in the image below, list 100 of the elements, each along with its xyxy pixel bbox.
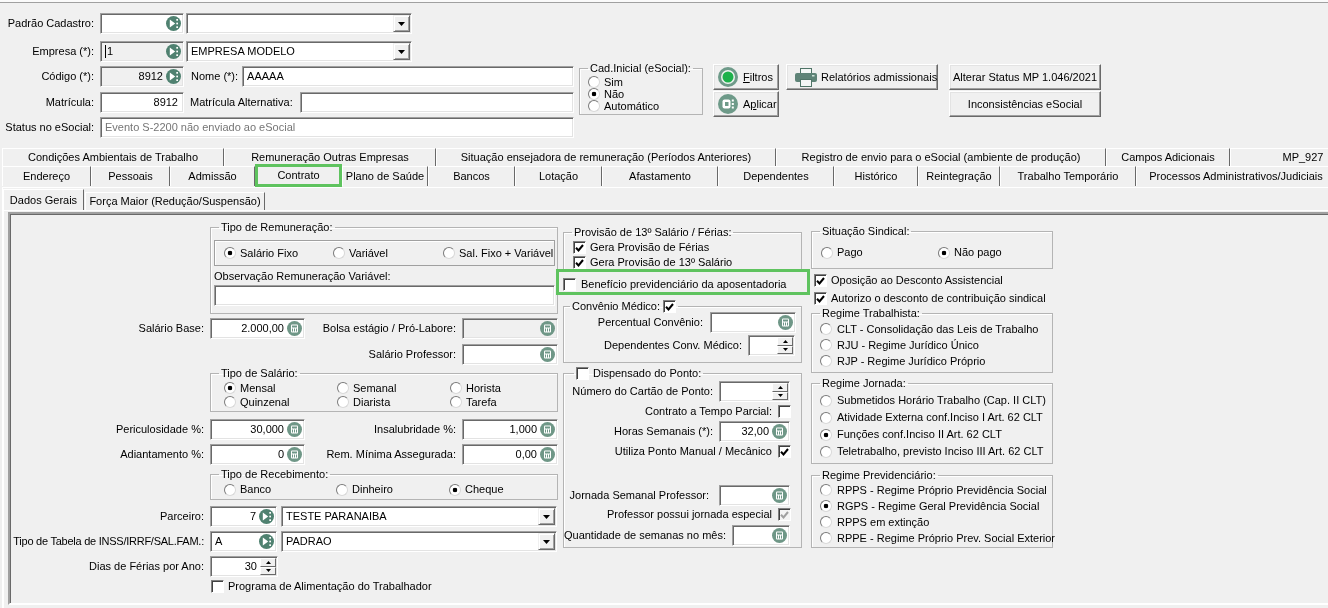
radio-button[interactable] xyxy=(337,396,349,408)
radio-button[interactable] xyxy=(820,500,832,512)
tab[interactable]: Condições Ambientais de Trabalho xyxy=(2,148,224,166)
tab[interactable]: MP_927 xyxy=(1230,148,1328,166)
next-icon[interactable] xyxy=(166,69,181,84)
tab[interactable]: Plano de Saúde xyxy=(342,166,428,186)
radio-button[interactable] xyxy=(820,445,832,458)
calculator-icon[interactable] xyxy=(540,447,555,462)
tab[interactable]: Trabalho Temporário xyxy=(1000,166,1136,186)
calculator-icon[interactable] xyxy=(778,315,793,330)
dropdown-button[interactable] xyxy=(538,508,555,525)
radio-button[interactable] xyxy=(443,247,455,259)
checkbox[interactable] xyxy=(814,292,827,305)
input-field[interactable] xyxy=(732,525,790,546)
radio-button[interactable] xyxy=(820,339,832,351)
tab[interactable]: Admissão xyxy=(170,166,255,186)
radio-button[interactable] xyxy=(820,532,832,544)
spin-up-button[interactable] xyxy=(260,558,276,567)
dropdown-button[interactable] xyxy=(393,43,410,60)
lookup-field[interactable]: 1 xyxy=(100,41,184,62)
tab[interactable]: Processos Administrativos/Judiciais xyxy=(1136,166,1328,186)
radio-button[interactable] xyxy=(450,396,462,408)
apply-button[interactable]: Aplicar xyxy=(713,91,779,117)
radio-button[interactable] xyxy=(820,411,832,424)
tab[interactable]: Reintegração xyxy=(918,166,1000,186)
checkbox[interactable] xyxy=(663,300,677,313)
reports-button[interactable]: Relatórios admissionais xyxy=(786,64,938,90)
spin-up-button[interactable] xyxy=(772,383,788,392)
calculator-icon[interactable] xyxy=(287,321,302,336)
radio-button[interactable] xyxy=(588,76,600,88)
lookup-field[interactable]: 8912 xyxy=(100,66,184,87)
combo-box[interactable]: PADRAO xyxy=(281,531,557,552)
calculator-icon[interactable] xyxy=(772,528,787,543)
tab[interactable]: Remuneração Outras Empresas xyxy=(224,148,436,166)
checkbox[interactable] xyxy=(778,445,791,458)
input-field[interactable]: 32,00 xyxy=(719,421,790,442)
input-field[interactable]: 30,000 xyxy=(210,419,305,440)
radio-button[interactable] xyxy=(820,428,832,441)
checkbox[interactable] xyxy=(814,274,827,287)
dropdown-button[interactable] xyxy=(393,15,410,32)
calculator-icon[interactable] xyxy=(772,488,787,503)
checkbox[interactable] xyxy=(573,241,586,254)
checkbox[interactable] xyxy=(778,405,791,418)
change-status-button[interactable]: Alterar Status MP 1.046/2021 xyxy=(949,64,1101,90)
tab[interactable]: Força Maior (Redução/Suspensão) xyxy=(85,192,265,210)
lookup-field[interactable]: 7 xyxy=(210,506,277,527)
radio-button[interactable] xyxy=(449,483,461,496)
radio-button[interactable] xyxy=(337,382,349,394)
combo-box[interactable]: EMPRESA MODELO xyxy=(186,41,412,62)
radio-button[interactable] xyxy=(821,246,833,259)
tab[interactable]: Contrato xyxy=(255,164,342,187)
input-field[interactable] xyxy=(719,485,790,506)
checkbox[interactable] xyxy=(576,367,589,380)
tab[interactable]: Registro de envio para o eSocial (ambiente de produção) xyxy=(776,148,1106,166)
radio-button[interactable] xyxy=(224,483,236,496)
checkbox[interactable] xyxy=(211,580,224,593)
next-icon[interactable] xyxy=(259,509,274,524)
input-field[interactable]: AAAAA xyxy=(242,66,574,87)
radio-button[interactable] xyxy=(224,382,236,394)
input-field[interactable] xyxy=(710,312,796,333)
input-field[interactable] xyxy=(299,92,574,113)
tab[interactable]: Endereço xyxy=(2,166,91,186)
calculator-icon[interactable] xyxy=(287,447,302,462)
filters-button[interactable]: Filtros xyxy=(713,64,779,90)
radio-button[interactable] xyxy=(336,483,348,496)
tab[interactable]: Afastamento xyxy=(602,166,718,186)
radio-button[interactable] xyxy=(820,323,832,335)
radio-button[interactable] xyxy=(820,484,832,496)
tab[interactable]: Lotação xyxy=(515,166,602,186)
input-field[interactable] xyxy=(214,285,555,306)
input-field[interactable]: 8912 xyxy=(100,92,184,113)
radio-button[interactable] xyxy=(588,100,600,112)
input-field[interactable]: 0 xyxy=(210,444,305,465)
input-field[interactable]: 0,00 xyxy=(462,444,558,465)
calculator-icon[interactable] xyxy=(772,424,787,439)
inconsistencies-button[interactable]: Inconsistências eSocial xyxy=(949,91,1101,117)
next-icon[interactable] xyxy=(166,16,181,31)
tab[interactable]: Histórico xyxy=(834,166,918,186)
checkbox[interactable] xyxy=(563,277,576,291)
spin-up-button[interactable] xyxy=(777,337,793,346)
radio-button[interactable] xyxy=(224,247,236,259)
tab[interactable]: Situação ensejadora de remuneração (Períodos Anteriores) xyxy=(436,148,776,166)
lookup-field[interactable] xyxy=(100,13,184,34)
input-field[interactable]: 1,000 xyxy=(462,419,558,440)
tab[interactable]: Dados Gerais xyxy=(3,189,84,210)
spin-field[interactable] xyxy=(748,335,795,356)
radio-button[interactable] xyxy=(820,394,832,407)
combo-box[interactable] xyxy=(186,13,412,34)
radio-button[interactable] xyxy=(820,516,832,528)
spin-down-button[interactable] xyxy=(772,391,788,400)
radio-button[interactable] xyxy=(333,247,345,259)
next-icon[interactable] xyxy=(166,44,181,59)
radio-button[interactable] xyxy=(588,88,600,100)
spin-field[interactable] xyxy=(719,381,790,402)
radio-button[interactable] xyxy=(938,246,950,259)
input-field[interactable] xyxy=(462,344,558,365)
input-field[interactable]: 2.000,00 xyxy=(210,318,305,339)
calculator-icon[interactable] xyxy=(287,422,302,437)
spin-down-button[interactable] xyxy=(260,566,276,575)
lookup-field[interactable]: A xyxy=(210,531,277,552)
